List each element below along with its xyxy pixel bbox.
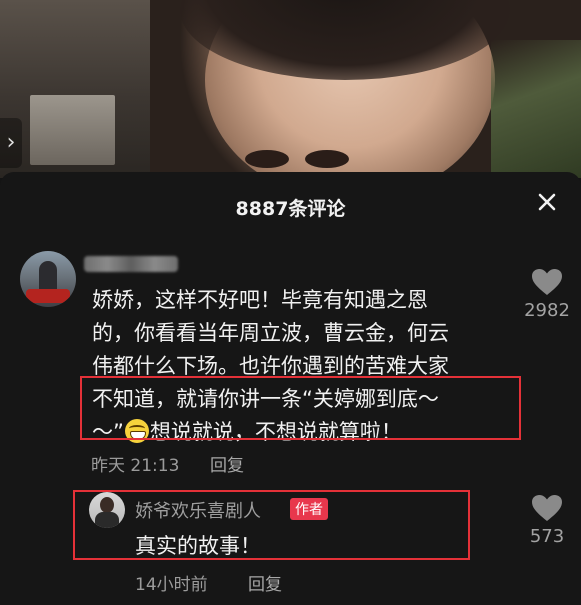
reply-like-count: 573 [529,526,565,547]
person-eye [305,150,349,168]
background-window [30,95,115,165]
person-eye [245,150,289,168]
heart-icon [532,269,562,295]
side-arrow-button[interactable]: › [0,118,22,168]
highlight-box-comment [80,376,521,440]
highlight-box-reply [73,490,470,560]
reply-timestamp: 14小时前 [135,575,208,595]
heart-icon [532,495,562,521]
comment-line: 娇娇，这样不好吧！毕竟有知遇之恩 [92,288,428,312]
reply-like-button[interactable]: 573 [517,494,577,547]
video-background: › [0,0,581,178]
comment-line: 的，你看看当年周立波，曹云金，何云 [92,321,449,345]
comment-sheet: 8887条评论 娇娇，这样不好吧！毕竟有知遇之恩 的，你看看当年周立波，曹云金，… [0,172,581,605]
close-button[interactable] [535,190,559,214]
reply-reply-button[interactable]: 回复 [248,570,282,595]
comment-reply-button[interactable]: 回复 [210,451,244,476]
background-plants [491,40,581,178]
close-icon [538,193,556,211]
comment-count-title: 8887条评论 [235,198,346,220]
comment-like-count: 2982 [524,300,570,321]
commenter-name-blurred[interactable] [84,256,178,272]
commenter-avatar[interactable] [20,251,76,307]
comment-like-button[interactable]: 2982 [517,268,577,321]
comment-timestamp: 昨天 21:13 [91,456,180,476]
